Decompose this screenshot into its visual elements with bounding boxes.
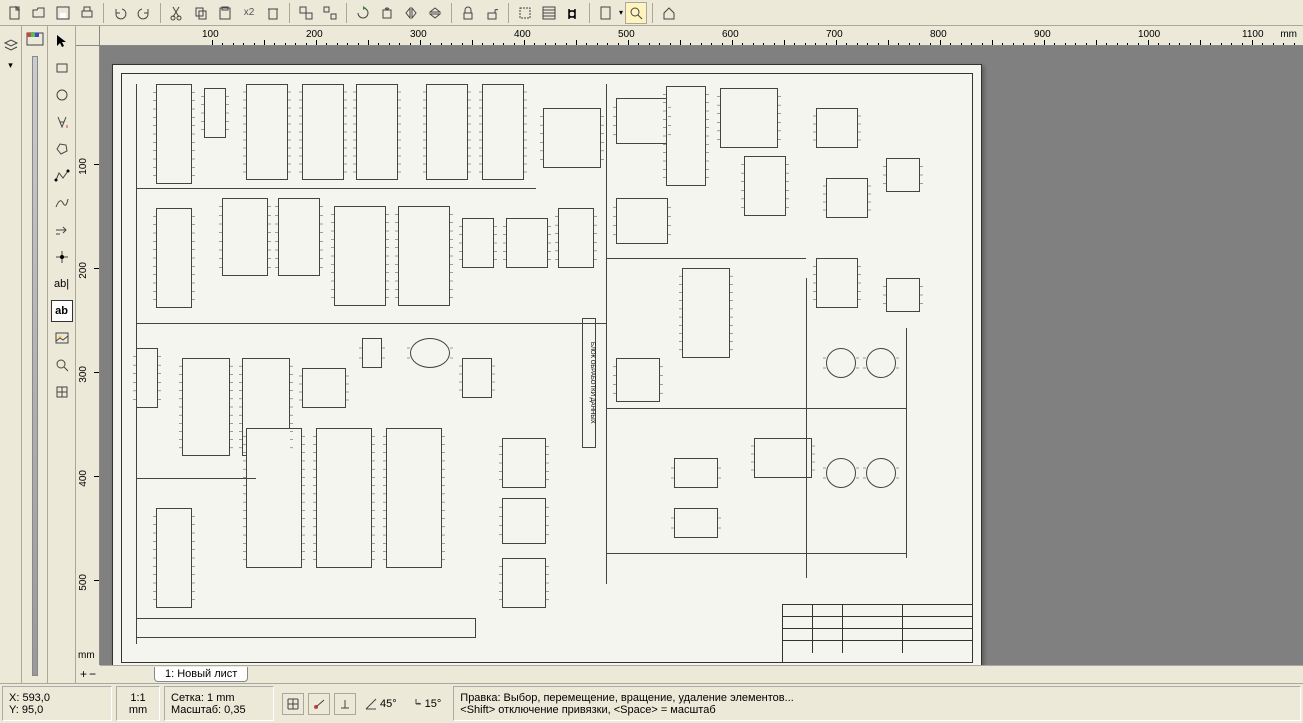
- coord-x: X: 593,0: [9, 692, 105, 704]
- new-icon[interactable]: [4, 2, 26, 24]
- scale-unit: mm: [123, 704, 153, 716]
- redo-icon[interactable]: [133, 2, 155, 24]
- flip-h-icon[interactable]: [400, 2, 422, 24]
- select-rect-icon[interactable]: [514, 2, 536, 24]
- x2-icon[interactable]: x2: [238, 2, 260, 24]
- scale-ratio: 1:1: [123, 692, 153, 704]
- zoom-in-button[interactable]: +: [80, 667, 87, 681]
- spline-icon[interactable]: [51, 192, 73, 214]
- hint-line-1: Правка: Выбор, перемещение, вращение, уд…: [460, 692, 1294, 704]
- ruler-unit-label: mm: [1280, 29, 1297, 40]
- schematic-block-label: БЛОК ОБРАБОТКИ ДАННЫХ: [582, 318, 596, 448]
- title-block: [782, 604, 972, 662]
- rectangle-icon[interactable]: [51, 57, 73, 79]
- pointer-icon[interactable]: [51, 30, 73, 52]
- home-icon[interactable]: [658, 2, 680, 24]
- arrow-tool-icon[interactable]: [51, 219, 73, 241]
- snap-endpoint-icon[interactable]: [308, 693, 330, 715]
- angle-45-icon[interactable]: 45°: [360, 693, 401, 715]
- hint-cell: Правка: Выбор, перемещение, вращение, уд…: [453, 686, 1301, 721]
- status-bar: X: 593,0 Y: 95,0 1:1 mm Сетка: 1 mm Масш…: [0, 683, 1303, 723]
- canvas-area: 100200300400500600700800900100011001200 …: [76, 26, 1303, 683]
- text-cursor-icon[interactable]: [51, 111, 73, 133]
- drawing-sheet[interactable]: БЛОК ОБРАБОТКИ ДАННЫХ: [112, 64, 982, 665]
- coords-cell: X: 593,0 Y: 95,0: [2, 686, 112, 721]
- left-bar-2: [22, 26, 48, 683]
- sheet-tab-1[interactable]: 1: Новый лист: [154, 667, 248, 682]
- properties-icon[interactable]: [538, 2, 560, 24]
- label-ab-icon[interactable]: ab|: [51, 273, 73, 295]
- zoom-controls: + −: [76, 665, 100, 683]
- lock-icon[interactable]: [457, 2, 479, 24]
- scale-cell: 1:1 mm: [116, 686, 160, 721]
- refresh-icon[interactable]: [352, 2, 374, 24]
- grid-zoom-cell: Сетка: 1 mm Масштаб: 0,35: [164, 686, 274, 721]
- schematic-content: БЛОК ОБРАБОТКИ ДАННЫХ: [126, 78, 968, 658]
- group-icon[interactable]: [295, 2, 317, 24]
- vertical-scrollbar-stub[interactable]: [32, 56, 38, 676]
- grid-label: Сетка: 1 mm: [171, 692, 267, 704]
- snap-buttons: 45° 15°: [276, 684, 451, 723]
- ruler-vertical[interactable]: 100200300400500 mm: [76, 46, 100, 665]
- tab-bar: 1: Новый лист: [100, 665, 1303, 683]
- save-icon[interactable]: [52, 2, 74, 24]
- zoom-out-button[interactable]: −: [89, 667, 96, 681]
- zoom-tool-icon[interactable]: [51, 354, 73, 376]
- page-icon[interactable]: [595, 2, 617, 24]
- coord-y: Y: 95,0: [9, 704, 105, 716]
- label-ab-bold-icon[interactable]: ab: [51, 300, 73, 322]
- main-area: ▾ ab| ab 1002003004005006007008009001000…: [0, 26, 1303, 683]
- origin-icon[interactable]: [51, 246, 73, 268]
- ruler-horizontal[interactable]: 100200300400500600700800900100011001200 …: [100, 26, 1303, 46]
- unlock-icon[interactable]: [481, 2, 503, 24]
- delete-icon[interactable]: [262, 2, 284, 24]
- hint-line-2: <Shift> отключение привязки, <Space> = м…: [460, 704, 1294, 716]
- chevron-down-icon[interactable]: ▾: [2, 56, 20, 74]
- left-bar-1: ▾: [0, 26, 22, 683]
- snap-grid-icon[interactable]: [282, 693, 304, 715]
- find-icon[interactable]: [562, 2, 584, 24]
- undo-icon[interactable]: [109, 2, 131, 24]
- flip-v-icon[interactable]: [424, 2, 446, 24]
- main-toolbar: x2 ▾: [0, 0, 1303, 26]
- ungroup-icon[interactable]: [319, 2, 341, 24]
- viewport[interactable]: БЛОК ОБРАБОТКИ ДАННЫХ: [100, 46, 1303, 665]
- ruler-corner: [76, 26, 100, 46]
- snap-perp-icon[interactable]: [334, 693, 356, 715]
- zoom-icon[interactable]: [625, 2, 647, 24]
- zoom-label: Масштаб: 0,35: [171, 704, 267, 716]
- layers-icon[interactable]: [2, 36, 20, 54]
- rotate-icon[interactable]: [376, 2, 398, 24]
- ruler-v-unit-label: mm: [78, 650, 95, 661]
- circle-icon[interactable]: [51, 84, 73, 106]
- angle-15-icon[interactable]: 15°: [405, 693, 446, 715]
- cut-icon[interactable]: [166, 2, 188, 24]
- tool-palette: ab| ab: [48, 26, 76, 683]
- print-icon[interactable]: [76, 2, 98, 24]
- polygon-icon[interactable]: [51, 138, 73, 160]
- grid-block-icon[interactable]: [51, 381, 73, 403]
- polyline-icon[interactable]: [51, 165, 73, 187]
- open-icon[interactable]: [28, 2, 50, 24]
- image-icon[interactable]: [51, 327, 73, 349]
- copy-icon[interactable]: [190, 2, 212, 24]
- paste-icon[interactable]: [214, 2, 236, 24]
- palette-icon[interactable]: [24, 28, 46, 50]
